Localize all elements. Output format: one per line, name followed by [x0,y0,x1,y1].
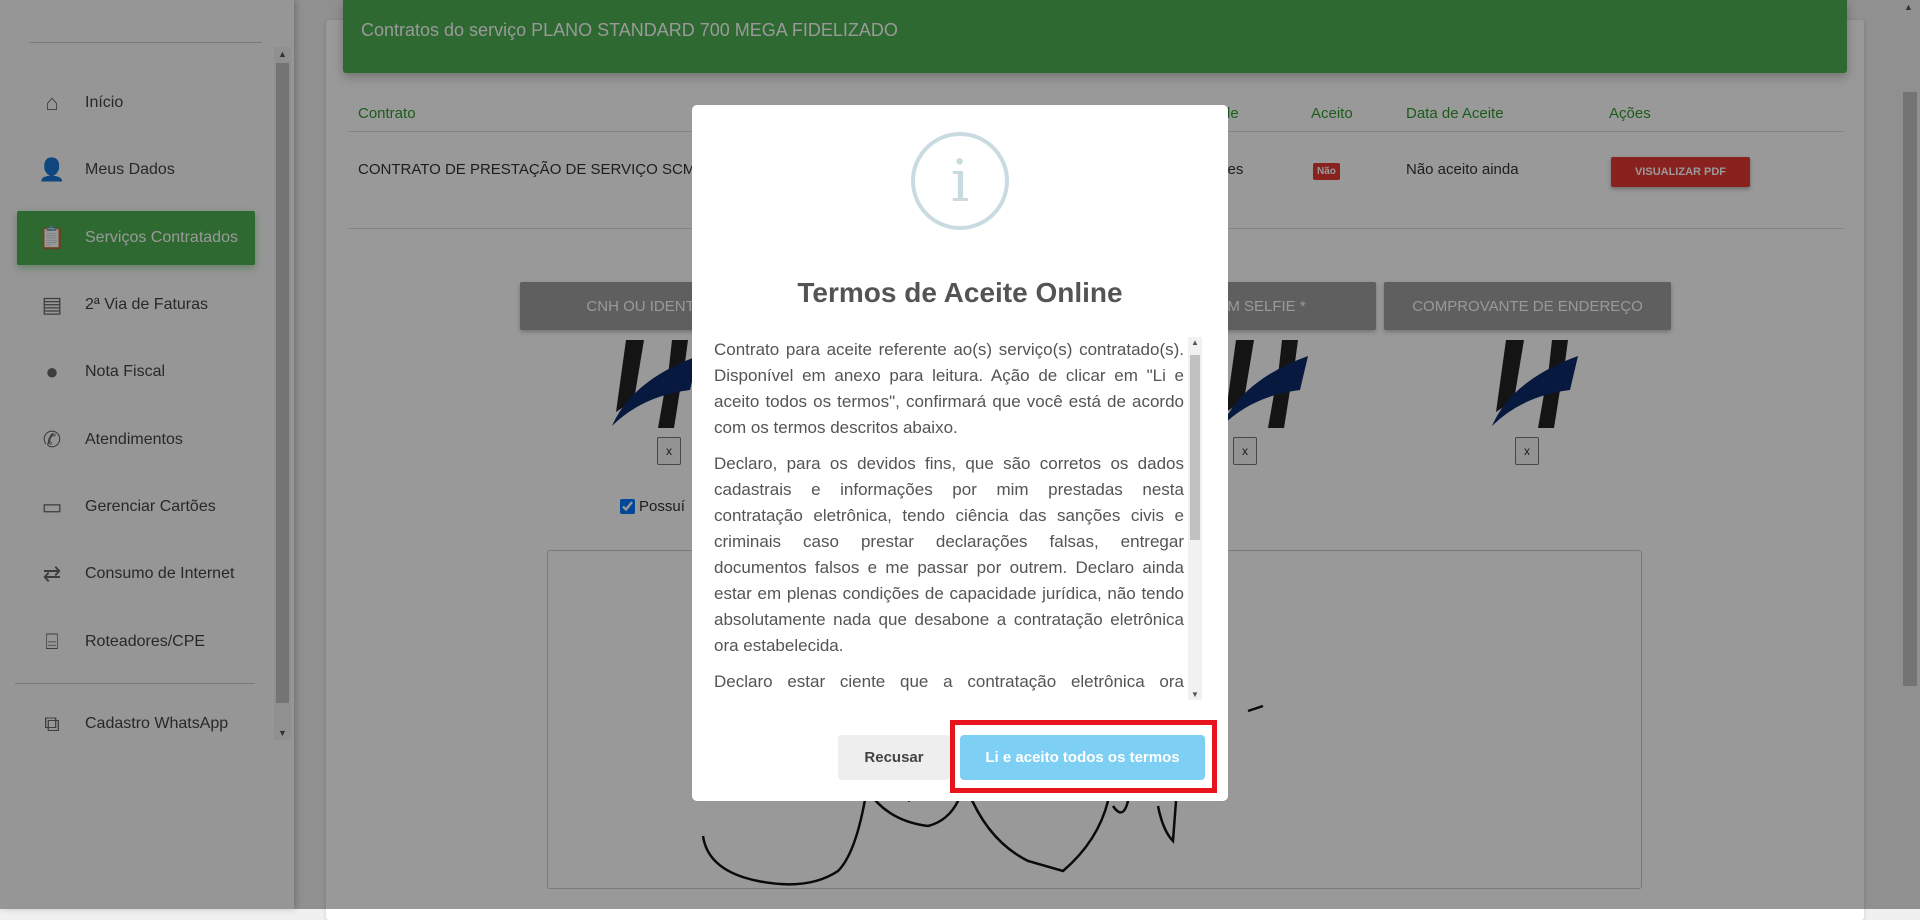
terms-modal: i Termos de Aceite Online Contrato para … [692,105,1228,801]
scroll-down-icon[interactable]: ▼ [1191,690,1199,699]
terms-paragraph: Declaro estar ciente que a contratação e… [714,672,1184,700]
modal-title: Termos de Aceite Online [797,277,1123,308]
info-icon: i [911,132,1009,230]
scroll-up-icon[interactable]: ▲ [1191,338,1199,347]
terms-text[interactable]: Contrato para aceite referente ao(s) ser… [714,337,1184,700]
decline-button[interactable]: Recusar [838,735,950,780]
terms-scrollbar[interactable]: ▲ ▼ [1188,337,1202,700]
terms-paragraph: Contrato para aceite referente ao(s) ser… [714,340,1184,437]
scrollbar-thumb[interactable] [1190,355,1200,540]
highlight-box [950,720,1217,793]
terms-paragraph: Declaro, para os devidos fins, que são c… [714,454,1184,655]
